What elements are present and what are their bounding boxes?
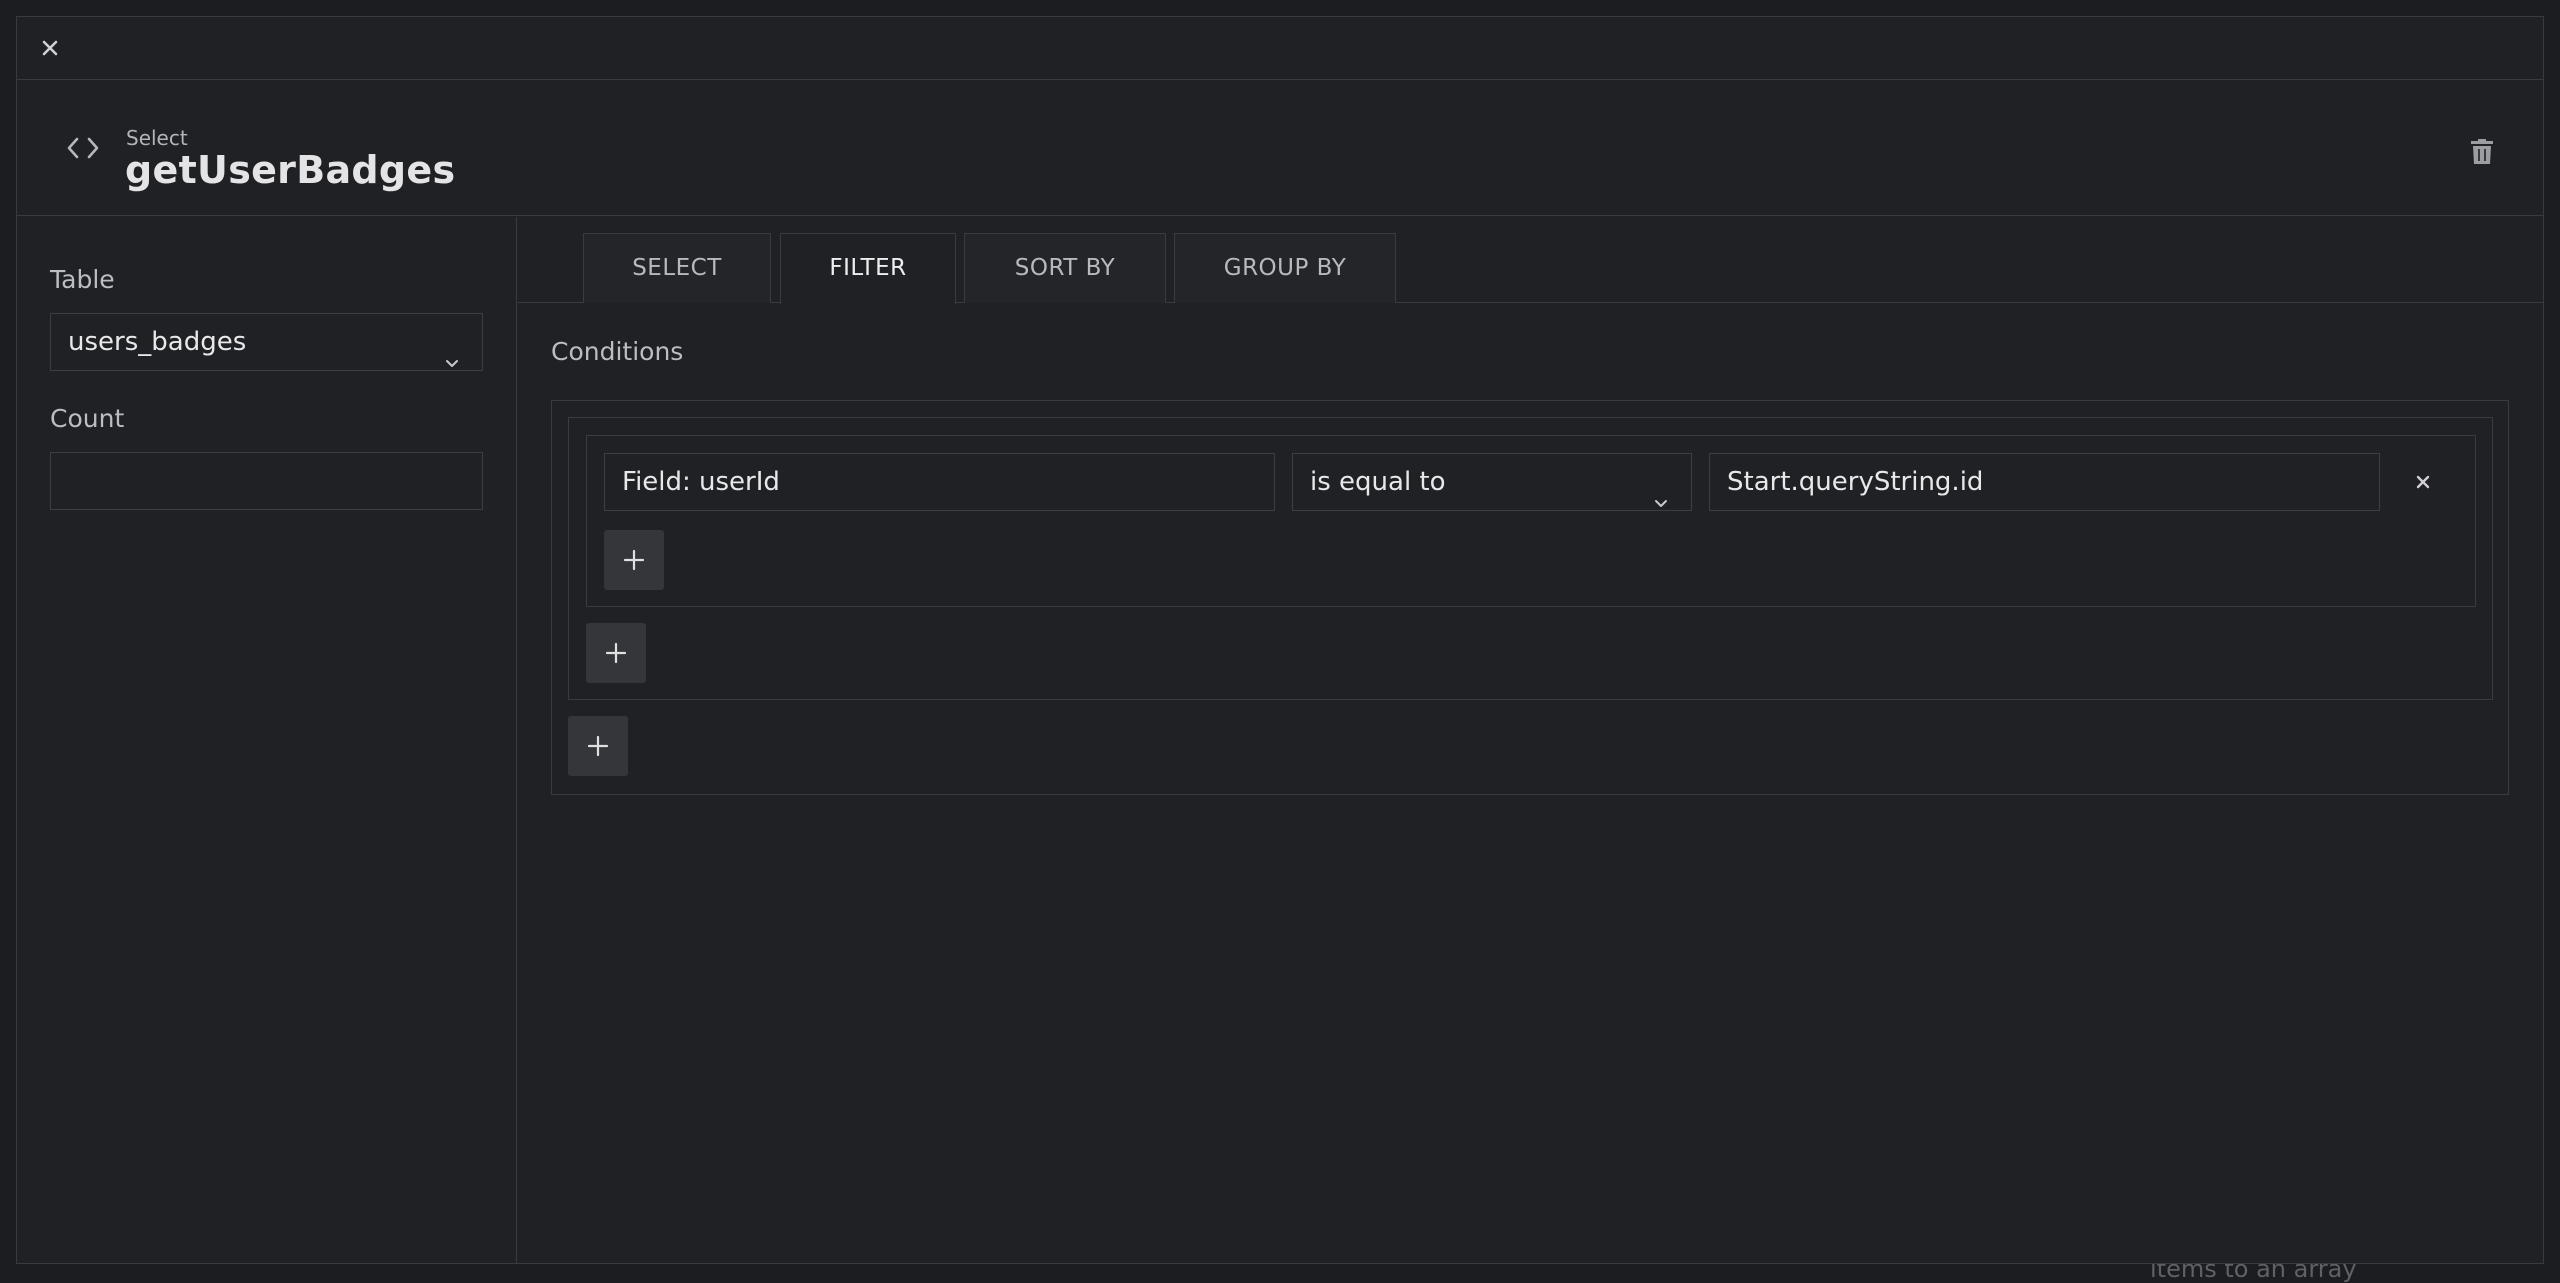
plus-icon bbox=[605, 642, 627, 664]
plus-icon bbox=[587, 735, 609, 757]
plus-icon bbox=[623, 549, 645, 571]
query-editor: SELECT FILTER SORT BY GROUP BY Condition… bbox=[518, 217, 2543, 1263]
tab-select[interactable]: SELECT bbox=[583, 233, 771, 303]
tab-filter[interactable]: FILTER bbox=[780, 233, 956, 304]
condition-group-middle: Field: userId is equal to Start.queryStr… bbox=[568, 417, 2493, 700]
trash-icon[interactable] bbox=[2469, 136, 2495, 166]
chevron-down-icon bbox=[1653, 475, 1669, 507]
tab-sort-by[interactable]: SORT BY bbox=[964, 233, 1166, 303]
add-condition-button[interactable] bbox=[604, 530, 664, 590]
add-condition-group-button[interactable] bbox=[586, 623, 646, 683]
table-label: Table bbox=[50, 265, 115, 294]
condition-group-outer: Field: userId is equal to Start.queryStr… bbox=[551, 400, 2509, 795]
table-select[interactable]: users_badges bbox=[50, 313, 483, 371]
tab-group-by[interactable]: GROUP BY bbox=[1174, 233, 1396, 303]
query-tabs: SELECT FILTER SORT BY GROUP BY bbox=[518, 217, 2543, 304]
table-select-value: users_badges bbox=[68, 327, 247, 357]
condition-operator-select[interactable]: is equal to bbox=[1292, 453, 1692, 511]
condition-field-input[interactable]: Field: userId bbox=[604, 453, 1275, 511]
count-input[interactable] bbox=[50, 452, 483, 510]
conditions-label: Conditions bbox=[551, 337, 684, 366]
config-sidebar: Table users_badges Count bbox=[17, 217, 517, 1263]
condition-group-inner: Field: userId is equal to Start.queryStr… bbox=[586, 435, 2476, 607]
count-label: Count bbox=[50, 404, 125, 433]
condition-value-input[interactable]: Start.queryString.id bbox=[1709, 453, 2380, 511]
condition-operator-value: is equal to bbox=[1310, 467, 1446, 497]
chevron-down-icon bbox=[444, 335, 460, 367]
add-outer-group-button[interactable] bbox=[568, 716, 628, 776]
modal-topbar bbox=[17, 17, 2543, 80]
step-kind-label: Select bbox=[126, 126, 188, 150]
close-icon[interactable] bbox=[37, 35, 63, 61]
step-header: Select getUserBadges bbox=[17, 80, 2543, 216]
select-step-modal: Select getUserBadges Table users_badges … bbox=[16, 16, 2544, 1264]
code-icon bbox=[63, 128, 103, 168]
close-icon[interactable] bbox=[2409, 468, 2437, 496]
step-title: getUserBadges bbox=[125, 148, 456, 192]
step-body: Table users_badges Count SELECT FILTER S… bbox=[17, 217, 2543, 1263]
